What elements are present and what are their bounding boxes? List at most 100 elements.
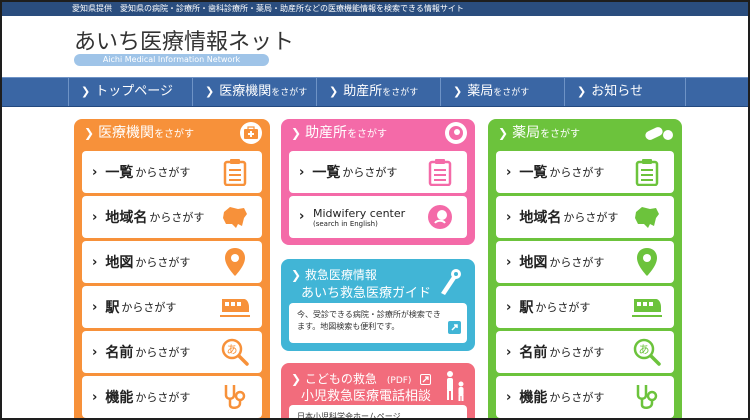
pharmacy-search-function[interactable]: › 機能 からさがす — [496, 376, 674, 418]
phone-icon — [437, 267, 463, 301]
pharmacy-search-area[interactable]: › 地域名 からさがす — [496, 196, 674, 238]
nav-top[interactable]: ❯ トップページ — [68, 78, 192, 106]
chevron-right-icon: › — [92, 389, 98, 405]
search-label: 一覧 — [105, 165, 134, 181]
pharmacy-search-list[interactable]: › 一覧 からさがす — [496, 151, 674, 193]
nav-suffix: をさがす — [382, 88, 419, 98]
pharmacy-title-suffix: をさがす — [540, 129, 581, 140]
clipboard-icon — [220, 157, 250, 187]
child-line2: 小児救急医療電話相談 — [301, 389, 432, 404]
english-label: Midwifery center — [313, 206, 406, 220]
chevron-right-icon: › — [92, 344, 98, 360]
chevron-right-icon: › — [92, 254, 98, 270]
hospital-search-area[interactable]: › 地域名 からさがす — [82, 196, 262, 238]
hospital-search-name[interactable]: › 名前 からさがす あ — [82, 331, 262, 373]
pharmacy-search-name[interactable]: › 名前 からさがす あ — [496, 331, 674, 373]
hospital-search-function[interactable]: › 機能 からさがす — [82, 376, 262, 418]
child-body-text: 日本小児科学会ホームページ — [297, 412, 401, 420]
search-label: 一覧 — [312, 165, 341, 181]
child-emergency-card[interactable]: ❯ こどもの救急 (PDF) 小児救急医療電話相談 日本小児科学会ホームページ — [281, 363, 475, 420]
hospital-title: 医療機関 — [98, 125, 155, 141]
chevron-right-icon: › — [92, 299, 98, 315]
hospital-search-station[interactable]: › 駅からさがす — [82, 286, 262, 328]
chevron-right-icon: ❯ — [291, 372, 305, 386]
search-label: 地域名 — [105, 210, 148, 226]
hospital-panel-header: ❯ 医療機関をさがす — [74, 119, 270, 147]
external-link-icon — [448, 321, 461, 338]
nav-news[interactable]: ❯ お知らせ — [564, 78, 686, 106]
chevron-right-icon: › — [506, 389, 512, 405]
nav-pharmacy[interactable]: ❯ 薬局をさがす — [440, 78, 564, 106]
search-suffix: からさがす — [549, 256, 605, 269]
child-body: 日本小児科学会ホームページ — [289, 405, 467, 420]
chevron-right-icon: ❯ — [453, 85, 463, 98]
chevron-right-icon: ❯ — [84, 126, 95, 140]
search-label: 駅 — [519, 300, 534, 316]
main-nav: ❯ トップページ ❯ 医療機関をさがす ❯ 助産所をさがす ❯ 薬局をさがす ❯ お知らせ — [2, 77, 748, 107]
hospital-panel: ❯ 医療機関をさがす › 一覧 からさがす › 地域名 からさがす › 地図 からさがす › 駅… — [74, 119, 270, 418]
search-suffix: からさがす — [535, 301, 591, 314]
train-icon — [632, 292, 662, 322]
chevron-right-icon: › — [92, 209, 98, 225]
dog-map-icon — [220, 202, 250, 232]
search-suffix: からさがす — [135, 391, 191, 404]
emergency-body-text: 今、受診できる病院・診療所が検索できます。地図検索も便利です。 — [297, 310, 441, 331]
nav-hospital[interactable]: ❯ 医療機関をさがす — [192, 78, 316, 106]
chevron-right-icon: ❯ — [291, 126, 302, 140]
nav-label: トップページ — [95, 84, 173, 99]
chevron-right-icon: ❯ — [291, 268, 305, 282]
search-label: 名前 — [519, 345, 548, 361]
top-info-text: 愛知県提供 愛知県の病院・診療所・歯科診療所・薬局・助産所などの医療機能情報を検… — [72, 4, 464, 13]
search-suffix: からさがす — [121, 301, 177, 314]
chevron-right-icon: ❯ — [81, 85, 91, 98]
search-label: 駅 — [105, 300, 120, 316]
map-pin-icon — [220, 247, 250, 277]
search-label: 機能 — [105, 390, 134, 406]
midwife-panel: ❯ 助産所をさがす › 一覧 からさがす › Midwifery center (se… — [281, 119, 475, 245]
midwife-english-link[interactable]: › Midwifery center (search in English) — [289, 196, 467, 238]
svg-text:あ: あ — [227, 343, 238, 356]
pharmacy-search-station[interactable]: › 駅からさがす — [496, 286, 674, 328]
emergency-line2: あいち救急医療ガイド — [301, 286, 432, 301]
search-label: 地図 — [519, 255, 548, 271]
chevron-right-icon: › — [506, 254, 512, 270]
emergency-card[interactable]: ❯ 救急医療情報 あいち救急医療ガイド 今、受診できる病院・診療所が検索できます… — [281, 259, 475, 351]
nav-label: 助産所 — [343, 84, 383, 99]
emergency-line1: ❯ 救急医療情報 — [291, 266, 377, 283]
stethoscope-icon — [220, 382, 250, 412]
dog-map-icon — [632, 202, 662, 232]
site-subtitle: Aichi Medical Information Network — [74, 54, 269, 66]
pharmacy-panel: ❯ 薬局をさがす › 一覧 からさがす › 地域名 からさがす › 地図 からさがす › 駅から… — [488, 119, 682, 418]
nav-midwife[interactable]: ❯ 助産所をさがす — [316, 78, 440, 106]
hospital-search-list[interactable]: › 一覧 からさがす — [82, 151, 262, 193]
chevron-right-icon: ❯ — [329, 85, 339, 98]
child-line1-text: こどもの救急 — [304, 372, 377, 386]
chevron-right-icon: › — [506, 164, 512, 180]
baby-icon — [445, 122, 467, 144]
baby-icon — [425, 202, 455, 232]
midwife-search-list[interactable]: › 一覧 からさがす — [289, 151, 467, 193]
search-label: 機能 — [519, 390, 548, 406]
clipboard-icon — [425, 157, 455, 187]
emergency-body: 今、受診できる病院・診療所が検索できます。地図検索も便利です。 — [289, 303, 467, 343]
chevron-right-icon: › — [506, 344, 512, 360]
search-suffix: からさがす — [135, 166, 191, 179]
midwife-title: 助産所 — [305, 125, 348, 141]
stethoscope-icon — [632, 382, 662, 412]
search-suffix: からさがす — [549, 391, 605, 404]
family-icon — [443, 369, 467, 407]
pills-icon — [644, 122, 674, 144]
nav-label: お知らせ — [591, 84, 643, 99]
search-label: 名前 — [105, 345, 134, 361]
train-icon — [220, 292, 250, 322]
search-suffix: からさがす — [549, 166, 605, 179]
site-title[interactable]: あいち医療情報ネット — [74, 24, 294, 56]
pharmacy-search-map[interactable]: › 地図 からさがす — [496, 241, 674, 283]
midwife-panel-header: ❯ 助産所をさがす — [281, 119, 475, 147]
search-suffix: からさがす — [549, 346, 605, 359]
map-pin-icon — [632, 247, 662, 277]
hospital-search-map[interactable]: › 地図 からさがす — [82, 241, 262, 283]
search-label: 一覧 — [519, 165, 548, 181]
page-frame: 愛知県提供 愛知県の病院・診療所・歯科診療所・薬局・助産所などの医療機能情報を検… — [0, 0, 750, 420]
search-label: 地域名 — [519, 210, 562, 226]
